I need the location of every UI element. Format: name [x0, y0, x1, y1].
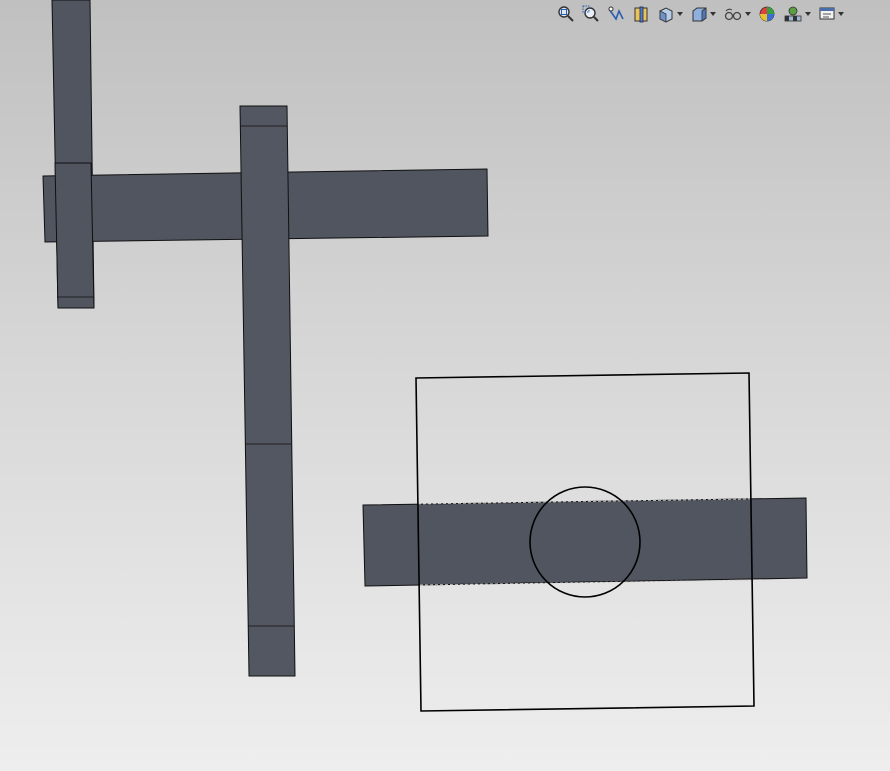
zoom-to-fit-icon	[558, 6, 574, 22]
graphics-viewport[interactable]	[0, 0, 890, 771]
hide-show-items-icon	[724, 8, 742, 21]
section-view-icon	[634, 6, 648, 23]
view-settings-button[interactable]	[816, 2, 846, 26]
heads-up-view-toolbar	[555, 2, 846, 26]
vertical-bar-left-front[interactable]	[54, 162, 95, 309]
chevron-down-icon	[838, 12, 844, 16]
chevron-down-icon	[710, 12, 716, 16]
zoom-to-area-button[interactable]	[580, 2, 602, 26]
hide-show-items-button[interactable]	[721, 2, 753, 26]
view-orientation-button[interactable]	[655, 2, 685, 26]
chevron-down-icon	[805, 12, 811, 16]
zoom-to-area-icon	[582, 5, 599, 22]
previous-view-icon	[608, 6, 624, 21]
zoom-to-fit-button[interactable]	[555, 2, 577, 26]
apply-scene-button[interactable]	[781, 2, 813, 26]
vertical-bar-center[interactable]	[239, 105, 296, 677]
horizontal-bar-lower[interactable]	[362, 497, 808, 587]
chevron-down-icon	[745, 12, 751, 16]
apply-scene-icon	[784, 6, 802, 22]
chevron-down-icon	[677, 12, 683, 16]
edit-appearance-button[interactable]	[756, 2, 778, 26]
view-orientation-icon	[659, 7, 673, 23]
edit-appearance-icon	[759, 6, 775, 22]
display-style-icon	[692, 7, 707, 22]
section-view-button[interactable]	[630, 2, 652, 26]
display-style-button[interactable]	[688, 2, 718, 26]
view-settings-icon	[819, 7, 835, 20]
previous-view-button[interactable]	[605, 2, 627, 26]
